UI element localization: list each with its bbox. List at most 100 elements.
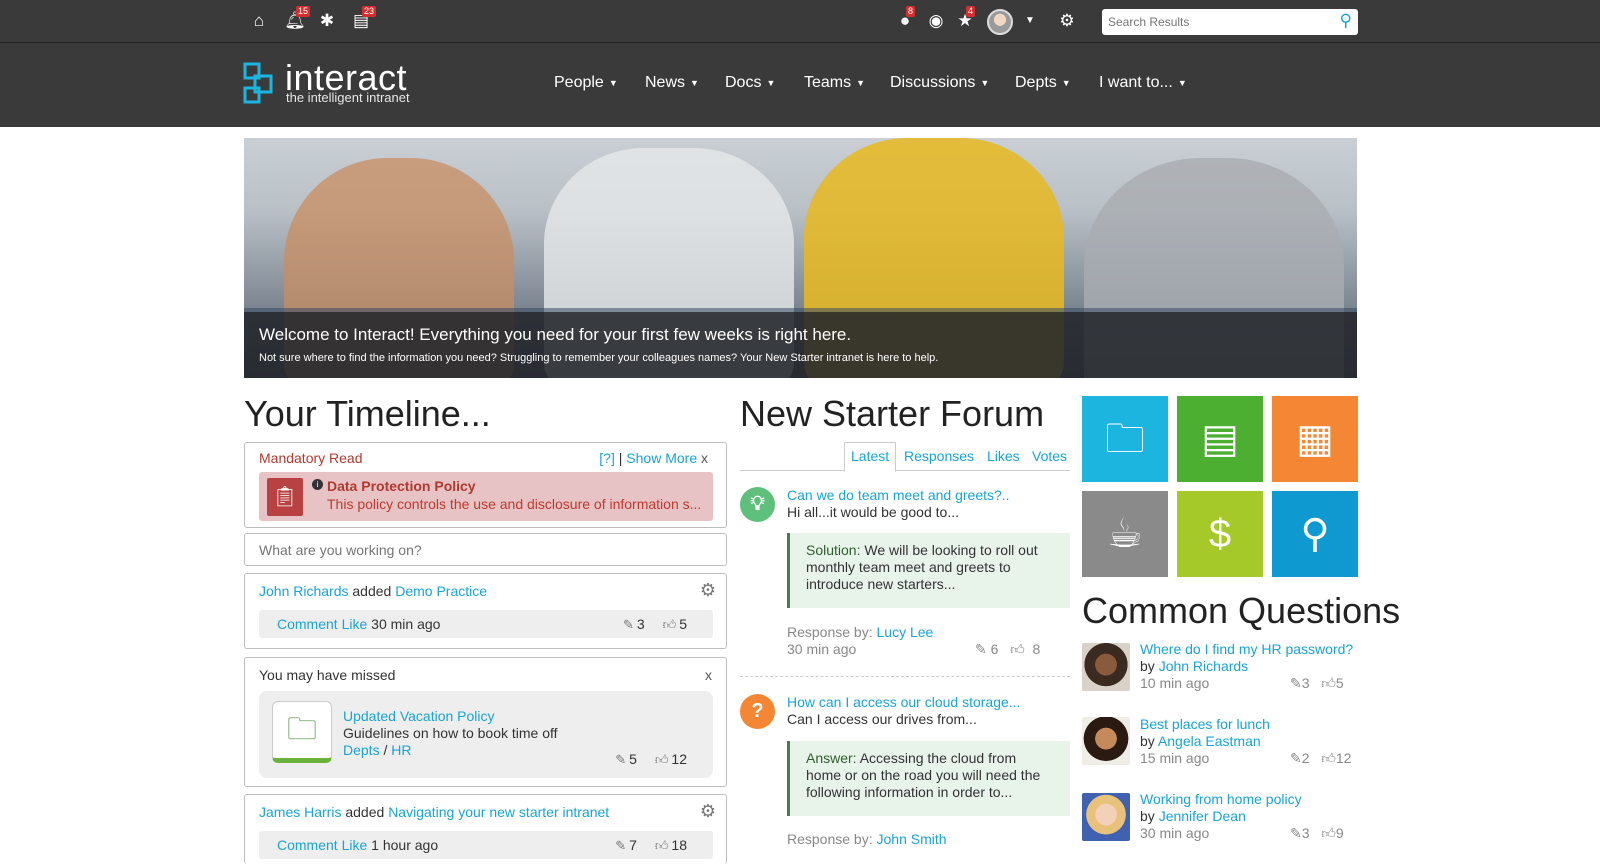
chevron-down-icon: ▼ xyxy=(856,77,866,88)
forum-post-excerpt: Can I access our drives from... xyxy=(787,711,977,727)
avatar[interactable] xyxy=(1082,793,1130,841)
nav-people[interactable]: People ▼ xyxy=(554,74,618,92)
comment-link[interactable]: Comment xyxy=(277,616,338,632)
nav-docs[interactable]: Docs ▼ xyxy=(725,74,775,92)
thumbs-up-icon: 👍︎ xyxy=(1321,675,1336,691)
timeline-heading: Your Timeline... xyxy=(244,393,491,434)
responder-link[interactable]: John Smith xyxy=(877,831,947,847)
forum-post-title[interactable]: How can I access our cloud storage... xyxy=(787,694,1020,710)
responder-link[interactable]: Lucy Lee xyxy=(877,624,934,640)
nav-teams[interactable]: Teams ▼ xyxy=(804,74,865,92)
gear-icon[interactable]: ⚙ xyxy=(700,580,716,601)
eye-icon[interactable]: ◉ xyxy=(925,10,947,32)
comment-count: 3 xyxy=(1301,675,1310,691)
missed-item-title[interactable]: Updated Vacation Policy xyxy=(343,708,558,725)
tab-votes[interactable]: Votes xyxy=(1032,448,1067,464)
nav-label: Docs xyxy=(725,74,762,91)
settings-cog-icon[interactable]: ✱ xyxy=(316,10,338,32)
tab-likes[interactable]: Likes xyxy=(987,448,1020,464)
user-link[interactable]: John Richards xyxy=(259,583,349,599)
missed-item: 🗀 Updated Vacation Policy Guidelines on … xyxy=(259,691,713,778)
favourites-badge: 4 xyxy=(966,6,976,17)
close-button[interactable]: x xyxy=(701,450,708,466)
missed-title: You may have missed xyxy=(259,667,396,683)
approvals-icon[interactable]: ▤ 23 xyxy=(350,6,377,32)
wallet-icon: $ xyxy=(1208,512,1232,556)
tab-latest[interactable]: Latest xyxy=(844,442,897,472)
avatar[interactable] xyxy=(1082,717,1130,765)
tile-forms[interactable]: ▤ xyxy=(1177,396,1263,482)
response-info: Response by: John Smith xyxy=(787,831,947,848)
user-avatar[interactable] xyxy=(987,9,1013,35)
status-update-input[interactable] xyxy=(244,533,727,566)
tile-expenses[interactable]: $ xyxy=(1177,491,1263,577)
show-more-link[interactable]: Show More xyxy=(626,450,697,466)
star-icon[interactable]: ★ 4 xyxy=(954,6,976,32)
comment-count-icon: ✎ xyxy=(1290,825,1302,841)
question-title[interactable]: Where do I find my HR password? xyxy=(1140,641,1353,657)
info-icon: i xyxy=(312,479,323,490)
help-link[interactable]: [?] xyxy=(599,450,615,466)
mandatory-item[interactable]: 📋︎ i Data Protection Policy This policy … xyxy=(259,472,713,521)
nav-label: Teams xyxy=(804,74,852,91)
tab-responses[interactable]: Responses xyxy=(904,448,974,464)
tile-canteen[interactable]: ☕︎ xyxy=(1082,491,1168,577)
like-link[interactable]: Like xyxy=(342,616,368,632)
nav-i-want-to[interactable]: I want to... ▼ xyxy=(1099,74,1187,92)
nav-discussions[interactable]: Discussions ▼ xyxy=(890,74,989,92)
question-icon: ? xyxy=(740,694,775,729)
question-time: 10 min ago xyxy=(1140,675,1210,691)
author-link[interactable]: Jennifer Dean xyxy=(1159,808,1246,824)
user-menu-caret-icon[interactable]: ▼ xyxy=(1019,10,1041,32)
user-link[interactable]: James Harris xyxy=(259,804,341,820)
hero-caption: Welcome to Interact! Everything you need… xyxy=(244,312,1357,378)
item-link[interactable]: Navigating your new starter intranet xyxy=(388,804,609,820)
clipboard-icon: ▤ xyxy=(1201,417,1239,461)
notifications-icon[interactable]: 🔔︎ 15 xyxy=(284,6,311,32)
question-stats: ✎3 👍︎9 xyxy=(1290,825,1344,842)
search-icon[interactable]: ⚲ xyxy=(1340,11,1352,31)
mandatory-item-title[interactable]: Data Protection Policy xyxy=(327,478,476,494)
chevron-down-icon: ▼ xyxy=(1061,77,1071,88)
home-icon[interactable]: ⌂ xyxy=(248,10,270,32)
activity-stats: ✎ 7 👍︎ 18 xyxy=(615,837,687,854)
forum-post-title[interactable]: Can we do team meet and greets?.. xyxy=(787,487,1010,503)
question-time: 30 min ago xyxy=(1140,825,1210,841)
thumbs-up-icon: 👍︎ xyxy=(1321,825,1336,841)
solution-box: Solution: We will be looking to roll out… xyxy=(787,533,1070,608)
common-questions-heading: Common Questions xyxy=(1082,590,1401,631)
nav-news[interactable]: News ▼ xyxy=(645,74,699,92)
breadcrumb-hr[interactable]: HR xyxy=(391,742,411,758)
tile-locations[interactable]: ⚲ xyxy=(1272,491,1358,577)
tile-calendar[interactable]: ▦ xyxy=(1272,396,1358,482)
item-link[interactable]: Demo Practice xyxy=(395,583,487,599)
by-label: by xyxy=(1140,808,1155,824)
tile-documents[interactable]: 🗀 xyxy=(1082,396,1168,482)
hero-subtitle: Not sure where to find the information y… xyxy=(259,352,939,364)
activity-verb: added xyxy=(345,804,385,820)
answer-label: Answer: xyxy=(806,750,857,766)
nav-depts[interactable]: Depts ▼ xyxy=(1015,74,1071,92)
activity-stats: ✎ 3 👍︎ 5 xyxy=(623,616,687,633)
chevron-down-icon: ▼ xyxy=(608,77,618,88)
avatar[interactable] xyxy=(1082,643,1130,691)
gear-icon[interactable]: ⚙ xyxy=(1056,10,1078,32)
like-count: 12 xyxy=(1335,750,1352,766)
question-title[interactable]: Working from home policy xyxy=(1140,791,1302,807)
author-link[interactable]: Angela Eastman xyxy=(1158,733,1261,749)
question-title[interactable]: Best places for lunch xyxy=(1140,716,1270,732)
question-stats: ✎2 👍︎12 xyxy=(1290,750,1351,767)
hero-banner: Welcome to Interact! Everything you need… xyxy=(244,138,1357,378)
mandatory-read-card: Mandatory Read [?] | Show More x 📋︎ i Da… xyxy=(244,442,727,528)
activity-line: James Harris added Navigating your new s… xyxy=(259,804,609,820)
alert-icon[interactable]: ● 8 xyxy=(894,6,916,32)
close-button[interactable]: x xyxy=(705,667,712,683)
clipboard-icon: 📋︎ xyxy=(267,478,303,516)
divider xyxy=(740,676,1070,677)
author-link[interactable]: John Richards xyxy=(1159,658,1249,674)
activity-card: James Harris added Navigating your new s… xyxy=(244,794,727,864)
breadcrumb-depts[interactable]: Depts xyxy=(343,742,380,758)
search-input[interactable] xyxy=(1102,9,1322,35)
response-info: Response by: Lucy Lee 30 min ago xyxy=(787,624,933,658)
gear-icon[interactable]: ⚙ xyxy=(700,801,716,822)
